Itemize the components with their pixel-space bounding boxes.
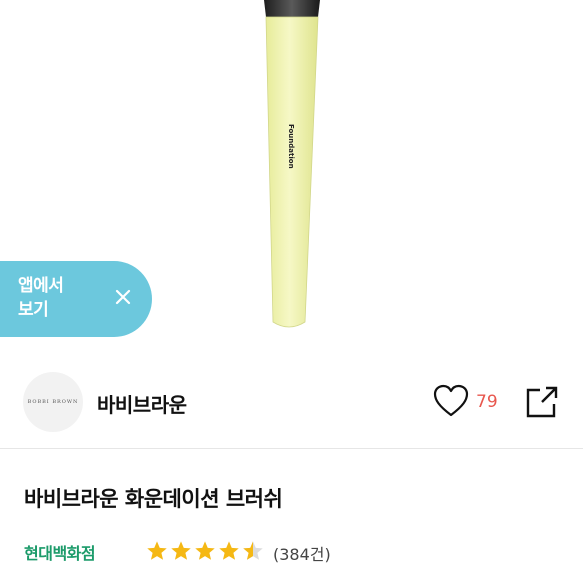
star-icon xyxy=(195,541,215,560)
brand-row: BOBBI BROWN 바비브라운 79 xyxy=(0,356,583,448)
star-icon xyxy=(219,541,239,560)
brand-name[interactable]: 바비브라운 xyxy=(97,389,187,418)
rating-stars[interactable] xyxy=(146,540,266,562)
star-half-icon xyxy=(243,541,263,560)
brush-label: Foundation xyxy=(287,124,295,169)
heart-icon[interactable] xyxy=(433,384,469,418)
review-count[interactable]: (384건) xyxy=(273,541,331,565)
star-icon xyxy=(147,541,167,560)
brand-logo[interactable]: BOBBI BROWN xyxy=(23,372,83,432)
star-icon xyxy=(171,541,191,560)
divider xyxy=(0,448,583,449)
share-icon[interactable] xyxy=(525,385,559,419)
like-count: 79 xyxy=(476,392,498,412)
open-in-app-label: 앱에서 보기 xyxy=(18,276,64,320)
seller-name[interactable]: 현대백화점 xyxy=(24,540,96,564)
close-icon[interactable] xyxy=(113,287,133,307)
product-title: 바비브라운 화운데이션 브러쉬 xyxy=(24,487,283,511)
